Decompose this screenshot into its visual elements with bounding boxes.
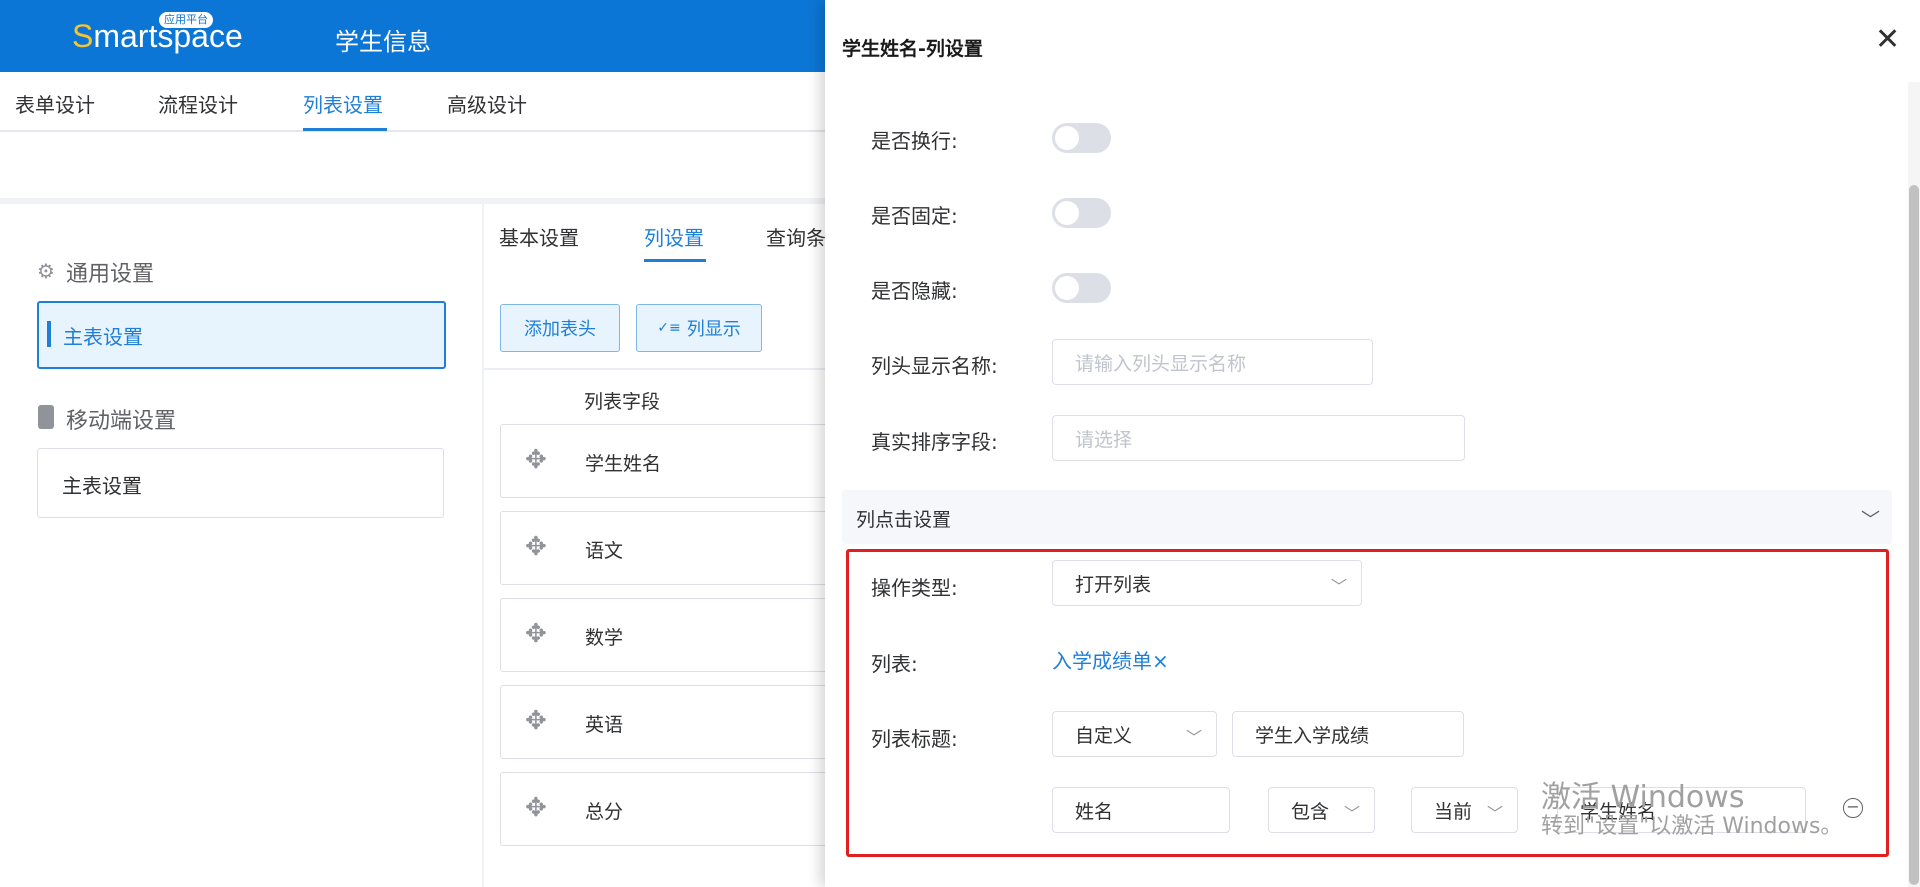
field-label: 学生姓名 — [585, 453, 662, 475]
drawer-title: 学生姓名-列设置 — [842, 38, 983, 60]
filter-scope-value: 当前 — [1434, 800, 1473, 823]
list-title-input[interactable]: 学生入学成绩 — [1232, 711, 1464, 757]
chevron-down-icon: ﹀ — [1343, 804, 1360, 823]
column-display-button[interactable]: ✓≡ 列显示 — [636, 304, 762, 352]
fixed-label: 是否固定: — [871, 204, 958, 228]
move-handle-icon[interactable]: ✥ — [525, 445, 547, 475]
operation-type-select[interactable]: 打开列表 ﹀ — [1052, 560, 1362, 606]
logo-badge: 应用平台 — [159, 12, 213, 28]
tab-form-design[interactable]: 表单设计 — [15, 89, 95, 118]
sort-field-select[interactable]: 请选择 — [1052, 415, 1465, 461]
column-click-settings-title: 列点击设置 — [856, 509, 952, 531]
list-field-row[interactable]: ✥ 语文 — [500, 511, 832, 585]
chevron-down-icon: ﹀ — [1185, 728, 1202, 747]
subtab-column-settings[interactable]: 列设置 — [644, 222, 704, 251]
add-header-button[interactable]: 添加表头 — [500, 304, 620, 352]
general-main-table-item[interactable]: 主表设置 — [37, 301, 446, 369]
mobile-main-table-item[interactable]: 主表设置 — [37, 448, 444, 518]
chevron-down-icon: ﹀ — [1486, 804, 1503, 823]
general-settings-title: 通用设置 — [66, 262, 155, 287]
filter-field-input[interactable]: 姓名 — [1052, 787, 1230, 833]
remove-icon[interactable]: × — [1152, 649, 1169, 673]
list-field-row[interactable]: ✥ 学生姓名 — [500, 424, 832, 498]
list-label: 列表: — [871, 652, 918, 676]
list-field-row[interactable]: ✥ 英语 — [500, 685, 832, 759]
remove-filter-icon[interactable]: − — [1843, 798, 1863, 818]
tab-advanced-design[interactable]: 高级设计 — [447, 89, 527, 118]
column-click-settings-header[interactable]: 列点击设置 ﹀ — [842, 490, 1892, 544]
list-title-mode-select[interactable]: 自定义 ﹀ — [1052, 711, 1217, 757]
operation-type-value: 打开列表 — [1075, 573, 1152, 596]
mobile-main-table-label: 主表设置 — [62, 474, 142, 498]
hidden-label: 是否隐藏: — [871, 279, 958, 303]
field-label: 英语 — [585, 714, 624, 736]
divider — [484, 368, 825, 370]
move-handle-icon[interactable]: ✥ — [525, 706, 547, 736]
list-title-mode-value: 自定义 — [1075, 724, 1133, 747]
close-icon[interactable]: ✕ — [1875, 22, 1900, 57]
list-tag[interactable]: 入学成绩单× — [1052, 645, 1169, 674]
subtab-query-conditions[interactable]: 查询条 — [766, 222, 826, 251]
list-tag-label: 入学成绩单 — [1052, 649, 1152, 673]
list-field-row[interactable]: ✥ 总分 — [500, 772, 832, 846]
gear-icon: ⚙ — [37, 259, 55, 283]
chevron-down-icon: ﹀ — [1330, 577, 1347, 596]
filter-operator-select[interactable]: 包含 ﹀ — [1268, 787, 1375, 833]
tab-list-settings[interactable]: 列表设置 — [303, 89, 383, 118]
fixed-toggle[interactable] — [1052, 198, 1111, 228]
general-main-table-label: 主表设置 — [63, 325, 143, 349]
field-label: 总分 — [585, 801, 624, 823]
scrollbar-thumb[interactable] — [1909, 185, 1919, 885]
display-name-input[interactable]: 请输入列头显示名称 — [1052, 339, 1373, 385]
logo: Smartspace — [72, 18, 243, 54]
move-handle-icon[interactable]: ✥ — [525, 532, 547, 562]
activation-watermark-text: 转到"设置"以激活 Windows。 — [1541, 814, 1843, 839]
list-field-row[interactable]: ✥ 数学 — [500, 598, 832, 672]
active-subtab-indicator — [644, 259, 706, 262]
filter-scope-select[interactable]: 当前 ﹀ — [1411, 787, 1518, 833]
mobile-settings-title: 移动端设置 — [66, 409, 177, 434]
hidden-toggle[interactable] — [1052, 273, 1111, 303]
subtab-basic-settings[interactable]: 基本设置 — [499, 222, 579, 251]
sort-field-label: 真实排序字段: — [871, 430, 998, 454]
list-title-label: 列表标题: — [871, 727, 958, 751]
wrap-toggle[interactable] — [1052, 123, 1111, 153]
column-display-label: 列显示 — [686, 319, 741, 340]
mobile-icon — [38, 405, 54, 429]
field-label: 语文 — [585, 540, 624, 562]
display-name-label: 列头显示名称: — [871, 354, 998, 378]
move-handle-icon[interactable]: ✥ — [525, 793, 547, 823]
tab-flow-design[interactable]: 流程设计 — [158, 89, 238, 118]
wrap-label: 是否换行: — [871, 129, 958, 153]
move-handle-icon[interactable]: ✥ — [525, 619, 547, 649]
filter-operator-value: 包含 — [1291, 800, 1330, 823]
active-indicator — [47, 321, 51, 347]
app-title: 学生信息 — [335, 28, 431, 56]
chevron-down-icon: ﹀ — [1860, 509, 1880, 531]
active-tab-indicator — [303, 128, 387, 131]
main-tabs — [0, 72, 825, 132]
checklist-icon: ✓≡ — [657, 320, 681, 336]
field-label: 数学 — [585, 627, 624, 649]
divider — [0, 198, 825, 204]
operation-type-label: 操作类型: — [871, 576, 958, 600]
list-fields-header: 列表字段 — [584, 391, 661, 413]
panel-separator — [482, 204, 484, 887]
